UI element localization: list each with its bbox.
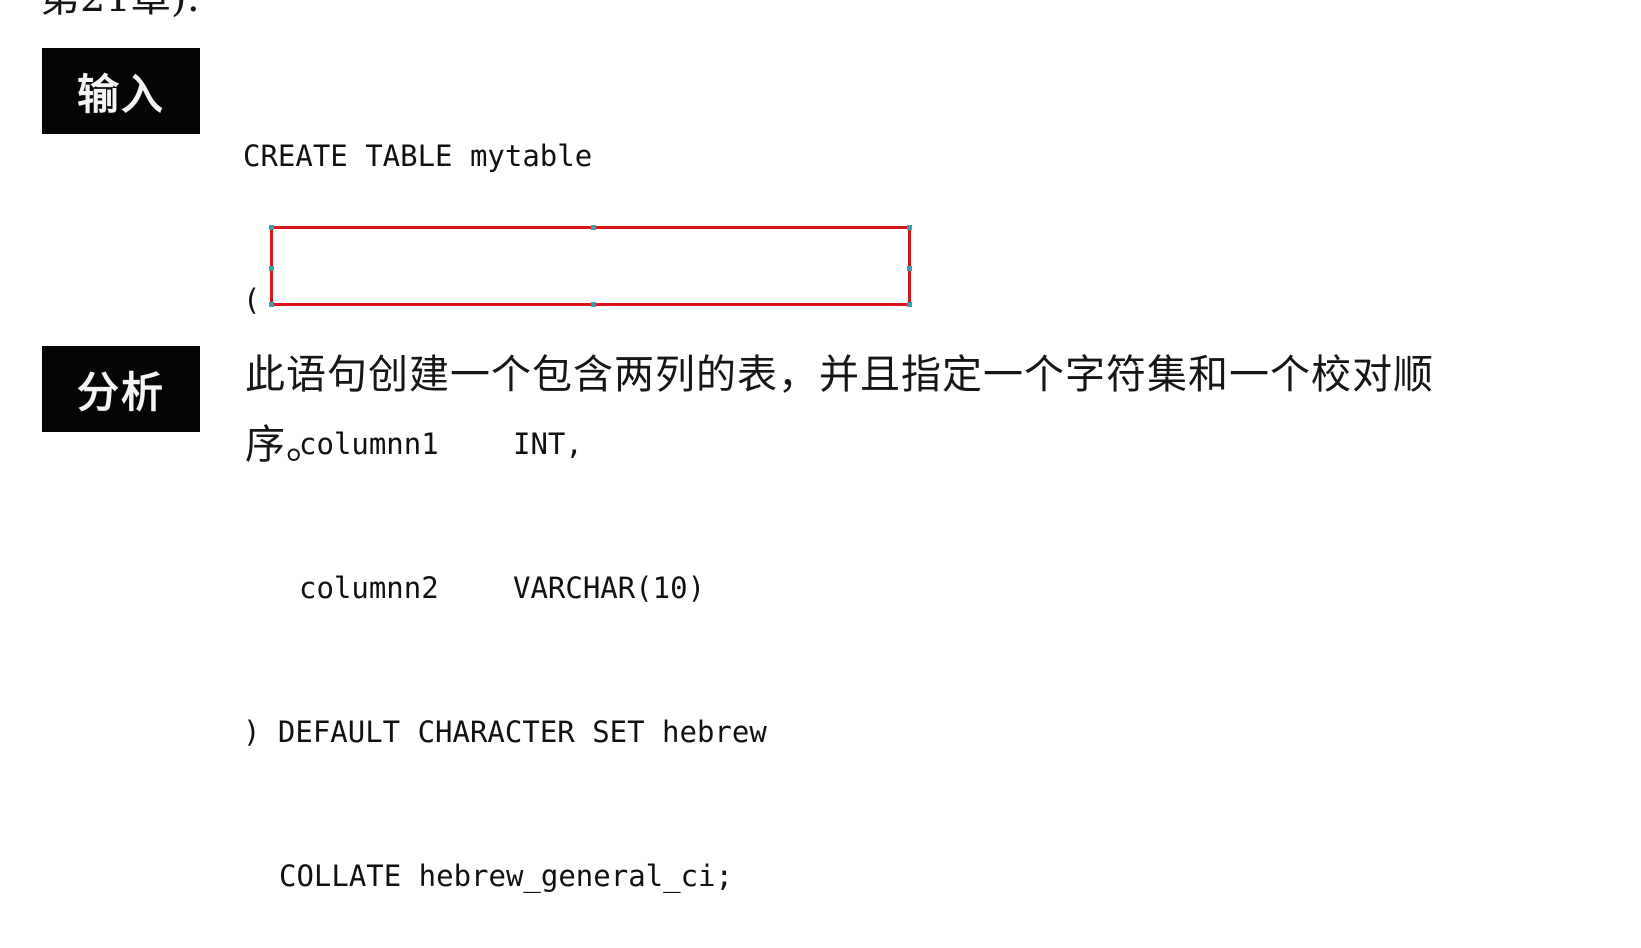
code-line-column2: columnn2 VARCHAR(10) (243, 564, 767, 612)
close-paren: ) (243, 715, 278, 749)
input-label-badge: 输入 (42, 48, 200, 134)
analysis-label-text: 分析 (76, 367, 165, 417)
resize-handle-bottom-middle[interactable] (591, 302, 596, 307)
analysis-label-badge: 分析 (42, 346, 200, 432)
resize-handle-middle-left[interactable] (269, 266, 274, 271)
collate-clause: COLLATE hebrew_general_ci; (279, 859, 733, 893)
default-charset-clause: DEFAULT CHARACTER SET hebrew (277, 715, 767, 749)
resize-handle-top-right[interactable] (907, 225, 912, 230)
resize-handle-top-left[interactable] (269, 225, 274, 230)
analysis-paragraph: 此语句创建一个包含两列的表，并且指定一个字符集和一个校对顺序。 (245, 352, 1434, 468)
column2-type: VARCHAR(10) (513, 571, 706, 605)
resize-handle-bottom-left[interactable] (269, 302, 274, 307)
code-line-charset: ) DEFAULT CHARACTER SET hebrew (243, 708, 767, 756)
highlight-rectangle[interactable] (269, 225, 912, 307)
code-line-create: CREATE TABLE mytable (243, 139, 593, 173)
resize-handle-bottom-right[interactable] (907, 302, 912, 307)
sql-code-block: CREATE TABLE mytable ( columnn1 INT, colu… (243, 36, 767, 948)
chapter-reference-fragment: 第21章): (40, 0, 200, 18)
resize-handle-middle-right[interactable] (907, 266, 912, 271)
input-label-text: 输入 (76, 69, 165, 119)
code-line-collate: COLLATE hebrew_general_ci; (243, 852, 767, 900)
resize-handle-top-middle[interactable] (591, 225, 596, 230)
column2-name: columnn2 (299, 571, 439, 605)
